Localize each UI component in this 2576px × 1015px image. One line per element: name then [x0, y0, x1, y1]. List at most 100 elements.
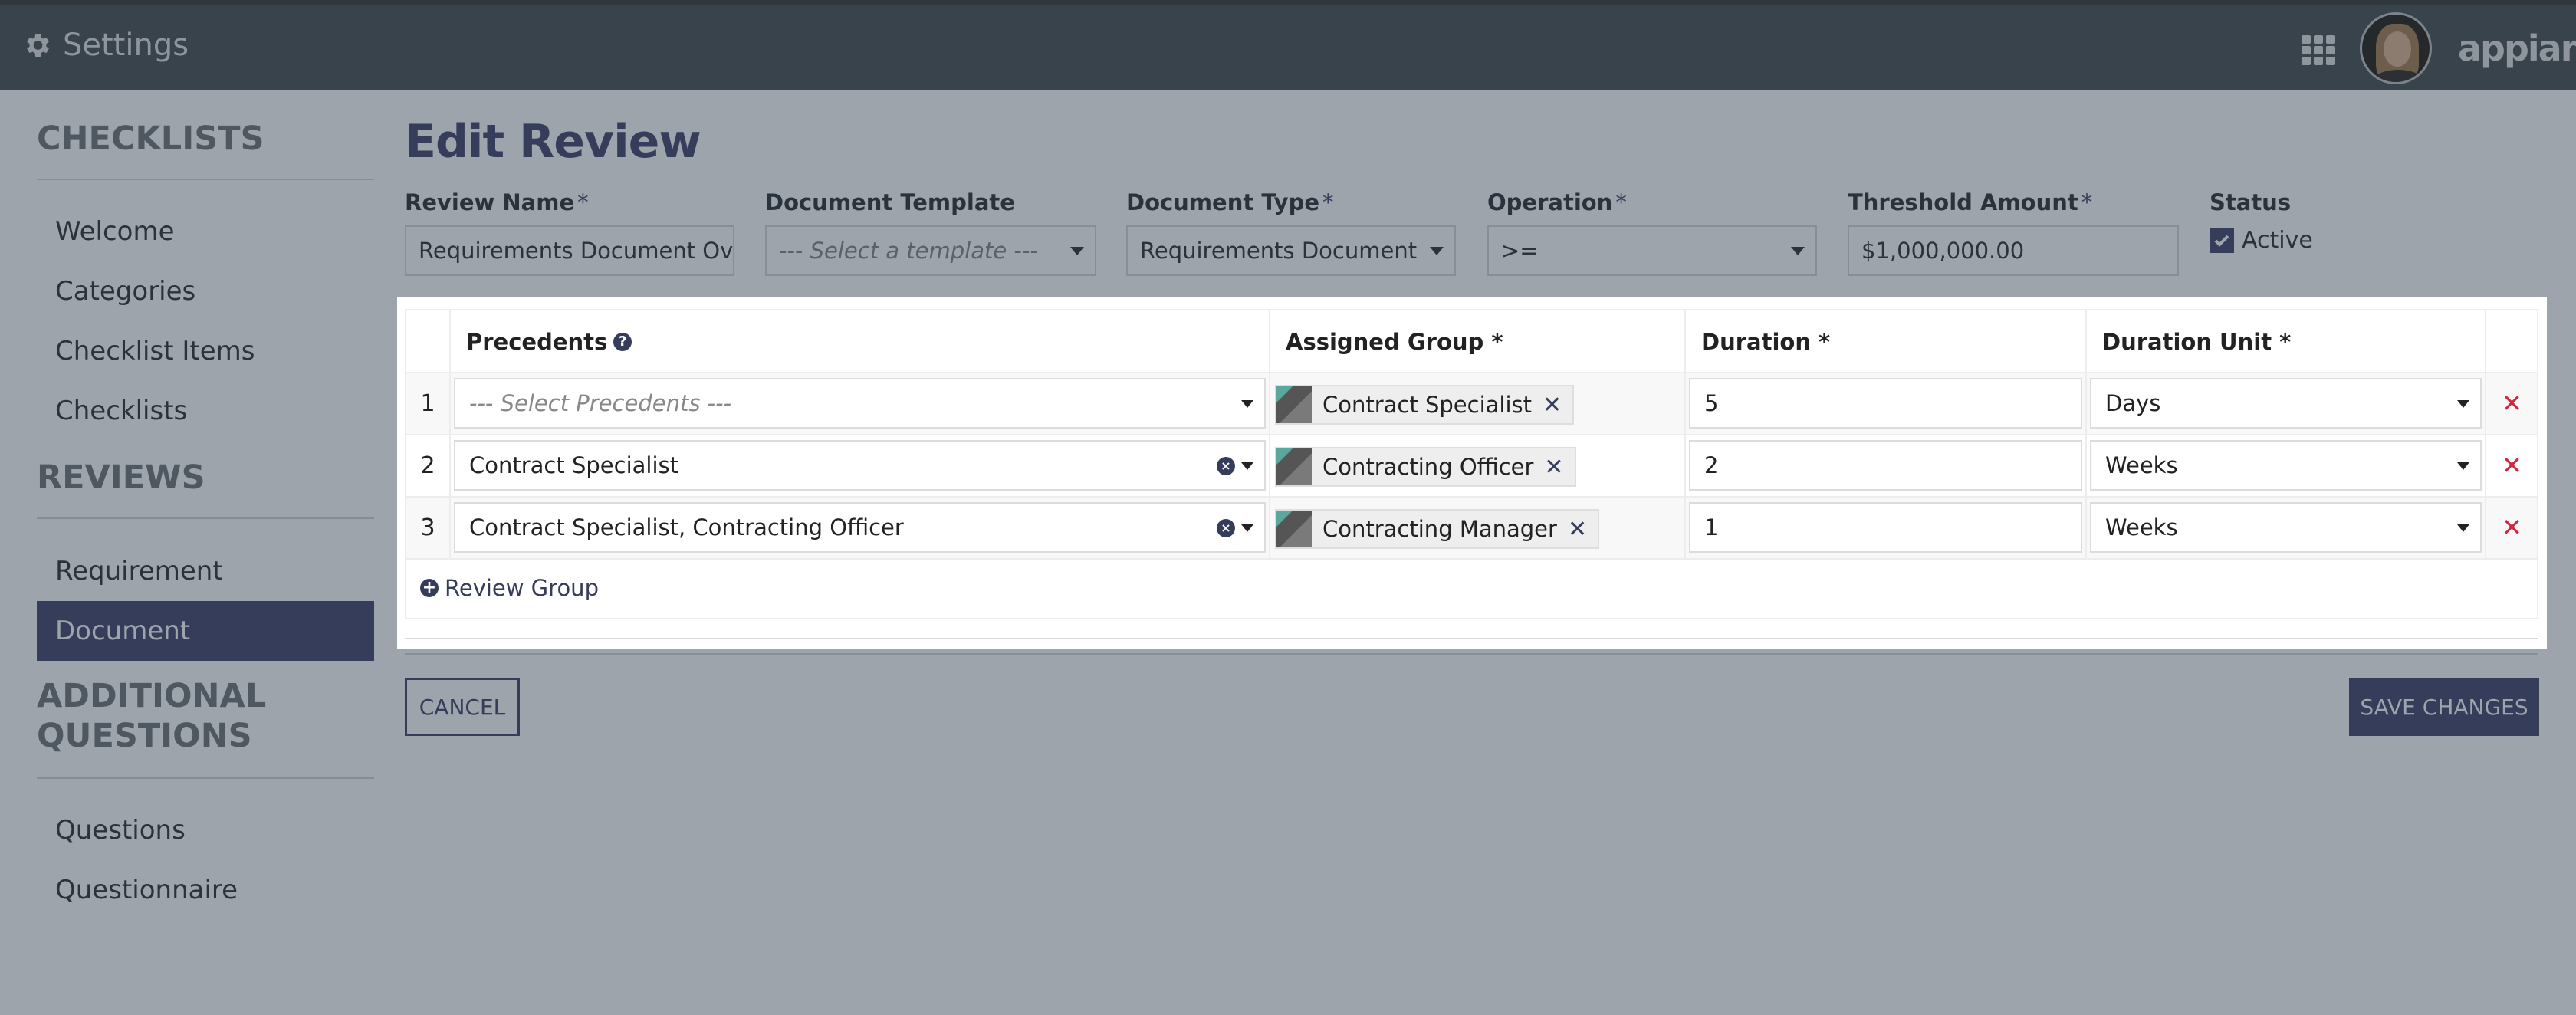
duration-unit-select[interactable]: Weeks — [2090, 502, 2482, 553]
add-review-group-text: Review Group — [445, 575, 599, 601]
header-assigned-group-text: Assigned Group * — [1286, 329, 1503, 355]
header-assigned-group: Assigned Group * — [1270, 310, 1686, 372]
row-num-cell: 2 — [406, 435, 451, 496]
header-duration-text: Duration * — [1701, 329, 1831, 355]
duration-unit-value: Days — [2105, 390, 2161, 416]
add-row: + Review Group — [406, 560, 2537, 618]
header-precedents: Precedents? — [451, 310, 1270, 372]
document-template-label: Document Template — [765, 189, 1015, 215]
row-num-cell: 3 — [406, 498, 451, 558]
duration-unit-cell: Weeks — [2087, 498, 2486, 558]
duration-unit-value: Weeks — [2105, 452, 2178, 478]
row-number: 1 — [420, 390, 435, 417]
caret-down-icon — [2457, 462, 2469, 470]
grid-row: 2 Contract Specialist × Contracting Offi… — [406, 435, 2537, 498]
caret-down-icon — [1791, 247, 1805, 255]
group-chip-label: Contract Specialist — [1322, 392, 1532, 418]
assigned-group-cell: Contracting Manager ✕ — [1270, 498, 1686, 558]
card-divider — [405, 638, 2538, 639]
remove-chip-icon[interactable]: ✕ — [1568, 516, 1587, 543]
grid-row: 1 --- Select Precedents --- Contract Spe… — [406, 373, 2537, 435]
save-changes-button[interactable]: SAVE CHANGES — [2349, 678, 2539, 736]
group-chip: Contract Specialist ✕ — [1275, 385, 1575, 425]
assigned-group-cell: Contracting Officer ✕ — [1270, 435, 1686, 496]
precedents-select[interactable]: Contract Specialist, Contracting Officer… — [454, 502, 1266, 553]
caret-down-icon — [1430, 247, 1444, 255]
sidebar-item-checklists[interactable]: Checklists — [37, 381, 374, 441]
app-launcher-icon[interactable] — [2302, 35, 2335, 66]
sidebar-item-questions[interactable]: Questions — [37, 800, 374, 860]
document-type-select[interactable]: Requirements Document — [1126, 225, 1456, 276]
sidebar-item-document[interactable]: Document — [37, 601, 374, 661]
duration-unit-select[interactable]: Days — [2090, 378, 2482, 429]
add-review-group-link[interactable]: + Review Group — [420, 575, 599, 601]
delete-cell: ✕ — [2486, 498, 2537, 558]
remove-chip-icon[interactable]: ✕ — [1544, 454, 1563, 481]
sidebar-item-welcome[interactable]: Welcome — [37, 202, 374, 261]
help-icon[interactable]: ? — [613, 333, 632, 351]
user-avatar[interactable] — [2360, 12, 2432, 84]
precedents-value: Contract Specialist, Contracting Officer — [469, 514, 904, 540]
sidebar-heading-questions: QUESTIONS — [37, 717, 252, 755]
group-chip: Contracting Manager ✕ — [1275, 509, 1600, 549]
header-duration: Duration * — [1686, 310, 2087, 372]
duration-unit-select[interactable]: Weeks — [2090, 440, 2482, 491]
appian-logo: appian — [2458, 28, 2576, 69]
precedents-cell: --- Select Precedents --- — [451, 373, 1270, 434]
divider — [37, 777, 374, 779]
delete-row-icon[interactable]: ✕ — [2502, 389, 2522, 418]
document-type-value: Requirements Document — [1140, 238, 1418, 264]
header-delete-cell — [2486, 310, 2537, 372]
sidebar-item-questionnaire[interactable]: Questionnaire — [37, 860, 374, 920]
group-thumbnail — [1276, 511, 1312, 547]
sidebar-item-categories[interactable]: Categories — [37, 261, 374, 321]
duration-input[interactable]: 5 — [1689, 378, 2082, 429]
threshold-amount-label: Threshold Amount * — [1848, 189, 2093, 215]
delete-row-icon[interactable]: ✕ — [2502, 451, 2522, 480]
status-active-label: Active — [2242, 227, 2313, 254]
document-template-placeholder: --- Select a template --- — [779, 238, 1038, 264]
app-title-text: Settings — [63, 28, 189, 63]
caret-down-icon — [1241, 462, 1254, 470]
assigned-group-cell: Contract Specialist ✕ — [1270, 373, 1686, 434]
caret-down-icon — [2457, 524, 2469, 532]
caret-down-icon — [2457, 400, 2469, 408]
group-chip: Contracting Officer ✕ — [1275, 447, 1576, 487]
sidebar-item-requirement[interactable]: Requirement — [37, 541, 374, 601]
cancel-button[interactable]: CANCEL — [405, 678, 520, 736]
precedents-select[interactable]: Contract Specialist × — [454, 440, 1266, 491]
page-title: Edit Review — [405, 115, 702, 169]
header-precedents-text: Precedents — [466, 329, 608, 355]
header-duration-unit: Duration Unit * — [2087, 310, 2486, 372]
header-duration-unit-text: Duration Unit * — [2102, 329, 2292, 355]
document-template-select[interactable]: --- Select a template --- — [765, 225, 1096, 276]
precedents-cell: Contract Specialist, Contracting Officer… — [451, 498, 1270, 558]
precedents-value: Contract Specialist — [469, 452, 678, 478]
sidebar-heading-reviews: REVIEWS — [37, 458, 205, 497]
clear-icon[interactable]: × — [1217, 519, 1235, 537]
status-active-checkbox[interactable]: Active — [2210, 227, 2313, 254]
precedents-cell: Contract Specialist × — [451, 435, 1270, 496]
operation-value: >= — [1501, 238, 1539, 264]
status-label: Status — [2210, 189, 2292, 215]
row-num-cell: 1 — [406, 373, 451, 434]
operation-select[interactable]: >= — [1487, 225, 1817, 276]
sidebar-item-checklist-items[interactable]: Checklist Items — [37, 321, 374, 381]
delete-row-icon[interactable]: ✕ — [2502, 513, 2522, 542]
precedents-select[interactable]: --- Select Precedents --- — [454, 378, 1266, 429]
duration-input[interactable]: 1 — [1689, 502, 2082, 553]
grid-header-row: Precedents? Assigned Group * Duration * … — [406, 310, 2537, 373]
header-num-cell — [406, 310, 451, 372]
remove-chip-icon[interactable]: ✕ — [1543, 392, 1562, 419]
review-name-input[interactable]: Requirements Document Over — [405, 225, 734, 276]
caret-down-icon — [1241, 400, 1254, 408]
duration-input[interactable]: 2 — [1689, 440, 2082, 491]
checkbox-checked-icon[interactable] — [2210, 228, 2234, 253]
group-chip-label: Contracting Officer — [1322, 454, 1534, 480]
delete-cell: ✕ — [2486, 373, 2537, 434]
top-bar: Settings appian — [0, 0, 2576, 90]
threshold-amount-input[interactable]: $1,000,000.00 — [1848, 225, 2179, 276]
clear-icon[interactable]: × — [1217, 457, 1235, 475]
precedents-value: --- Select Precedents --- — [469, 390, 732, 416]
app-title[interactable]: Settings — [21, 28, 189, 63]
